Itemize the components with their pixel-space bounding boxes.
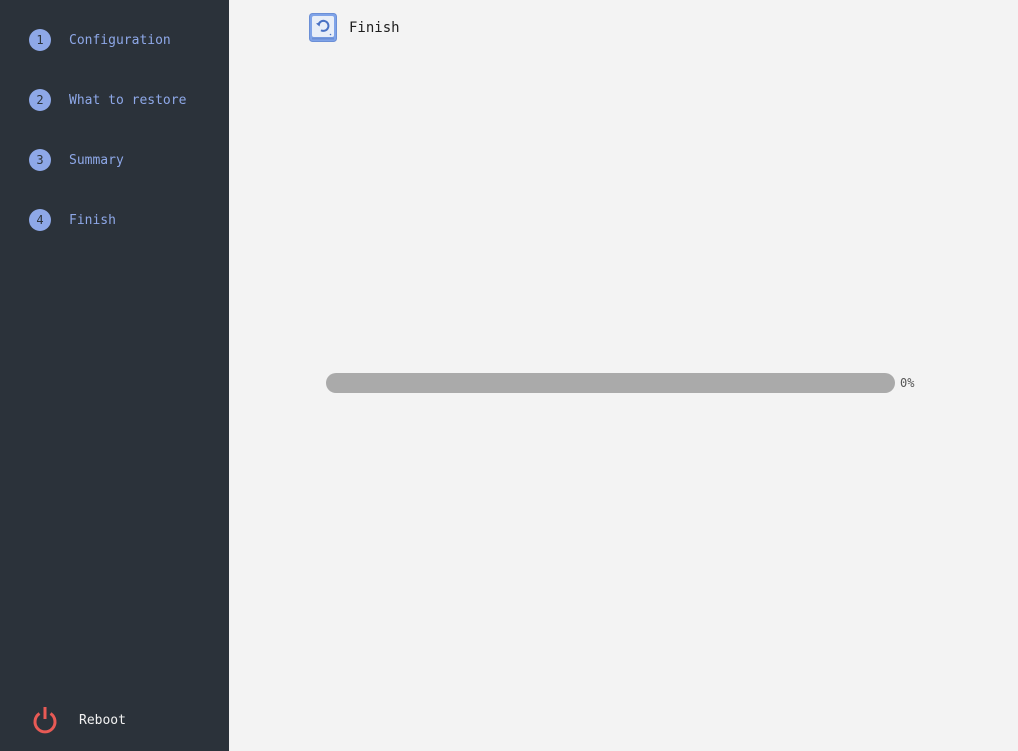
step-label: Configuration <box>69 32 171 48</box>
step-number-badge: 1 <box>29 29 51 51</box>
progress-bar <box>326 373 895 393</box>
step-label: Summary <box>69 152 124 168</box>
reboot-button[interactable]: Reboot <box>29 704 126 736</box>
installer-window: 1 Configuration 2 What to restore 3 Summ… <box>0 0 1018 751</box>
reboot-label: Reboot <box>79 712 126 728</box>
step-label: Finish <box>69 212 116 228</box>
progress-area: 0% <box>326 373 914 393</box>
page-title: Finish <box>349 19 400 36</box>
restore-icon <box>309 13 337 42</box>
sidebar-step-what-to-restore[interactable]: 2 What to restore <box>29 89 186 111</box>
step-number-badge: 2 <box>29 89 51 111</box>
sidebar-step-summary[interactable]: 3 Summary <box>29 149 124 171</box>
sidebar-step-configuration[interactable]: 1 Configuration <box>29 29 171 51</box>
progress-percent-label: 0% <box>900 376 915 390</box>
step-label: What to restore <box>69 92 187 108</box>
sidebar-step-finish[interactable]: 4 Finish <box>29 209 116 231</box>
sidebar: 1 Configuration 2 What to restore 3 Summ… <box>0 0 229 751</box>
page-header: Finish <box>309 13 400 42</box>
power-icon <box>33 707 57 734</box>
step-number-badge: 4 <box>29 209 51 231</box>
step-number-badge: 3 <box>29 149 51 171</box>
